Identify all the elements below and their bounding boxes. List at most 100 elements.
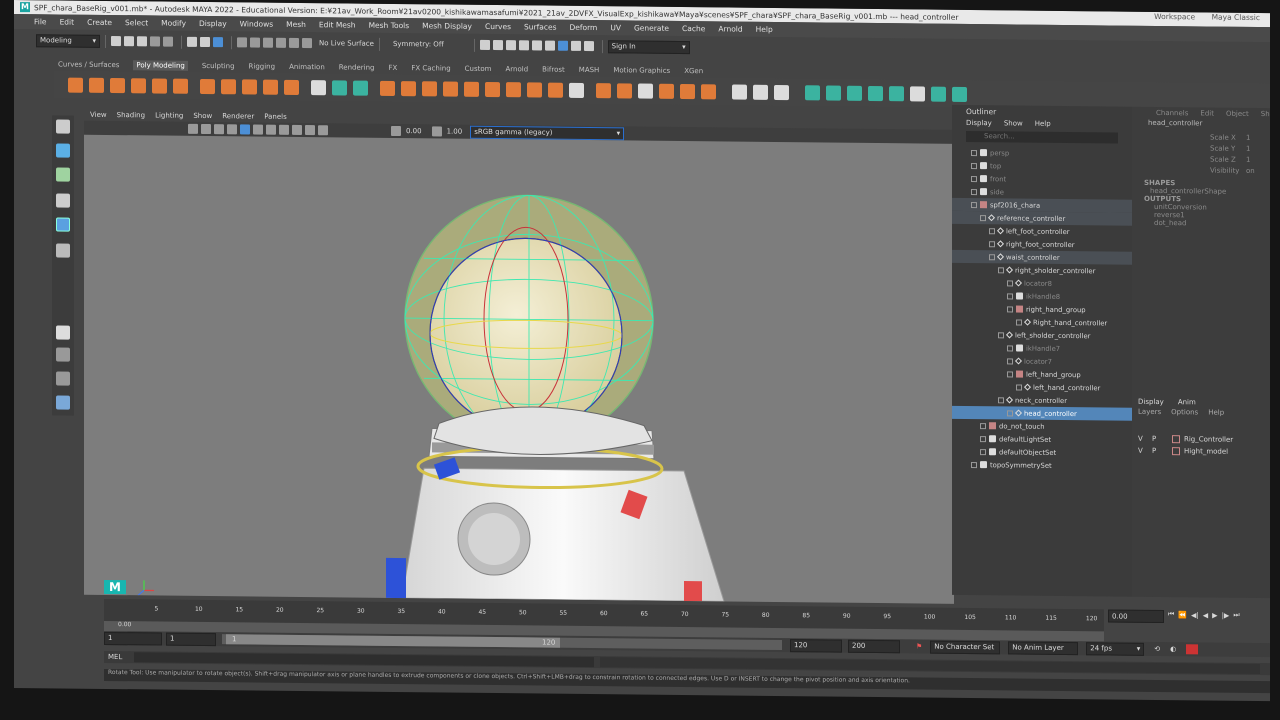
uv-editor-icon[interactable] [805, 84, 820, 100]
menu-surfaces[interactable]: Surfaces [524, 22, 556, 31]
shelf-tab-mash[interactable]: MASH [579, 65, 600, 73]
shelf-menu-icon[interactable] [54, 77, 62, 92]
expand-icon[interactable] [1007, 279, 1013, 286]
expand-icon[interactable] [998, 331, 1004, 338]
expand-icon[interactable] [1007, 292, 1013, 299]
paint-select-tool-icon[interactable] [56, 167, 70, 182]
shelf-tab-curves-surfaces[interactable]: Curves / Surfaces [58, 60, 119, 69]
channel-menu-edit[interactable]: Edit [1200, 109, 1214, 117]
lasso-tool-icon[interactable] [56, 143, 70, 158]
character-set-dropdown[interactable]: No Character Set [930, 640, 1001, 654]
shelf-tab-poly-modeling[interactable]: Poly Modeling [133, 59, 188, 71]
outliner-menu-display[interactable]: Display [966, 119, 992, 127]
menu-file[interactable]: File [34, 17, 47, 26]
append-polygon-icon[interactable] [659, 83, 674, 99]
workspace-select[interactable]: Maya Classic [1212, 13, 1260, 23]
shelf-tab-sculpting[interactable]: Sculpting [202, 61, 235, 69]
extract-icon[interactable] [353, 80, 368, 96]
render-settings-icon[interactable] [505, 40, 516, 51]
snap-curve-icon[interactable] [250, 37, 260, 48]
new-scene-icon[interactable] [111, 36, 121, 47]
layer-tab-anim[interactable]: Anim [1178, 398, 1196, 406]
poly-cylinder-icon[interactable] [110, 77, 125, 93]
image-plane-icon[interactable] [201, 123, 211, 135]
layer-menu-layers[interactable]: Layers [1138, 408, 1161, 416]
output-node[interactable]: dot_head [1154, 219, 1270, 228]
fps-dropdown[interactable]: 24 fps ▾ [1086, 641, 1145, 656]
menu-generate[interactable]: Generate [634, 23, 669, 32]
shelf-tab-fx[interactable]: FX [389, 63, 398, 71]
attribute-row[interactable]: Scale Z 1 [1210, 154, 1270, 166]
textured-icon[interactable] [266, 124, 276, 135]
step-forward-frame-icon[interactable]: |▶ [1222, 611, 1230, 619]
smooth-shade-icon[interactable] [253, 124, 263, 135]
warning-icon[interactable] [1186, 644, 1199, 655]
poly-torus-icon[interactable] [173, 78, 188, 94]
attribute-row[interactable]: Scale X 1 [1210, 132, 1270, 144]
undo-icon[interactable] [150, 36, 160, 47]
layout-uv-icon[interactable] [952, 86, 967, 102]
quad-draw-icon[interactable] [638, 83, 653, 99]
menu-set-dropdown[interactable]: Modeling ▾ [36, 33, 100, 48]
expand-icon[interactable] [971, 175, 977, 182]
four-view-layout-icon[interactable] [56, 347, 70, 362]
attribute-row[interactable]: Visibility on [1210, 165, 1270, 177]
auto-map-icon[interactable] [889, 85, 904, 101]
open-scene-icon[interactable] [124, 36, 134, 47]
animation-end-field[interactable]: 200 [848, 639, 900, 653]
outliner-search-input[interactable]: Search... [966, 130, 1118, 144]
shelf-tab-fx-caching[interactable]: FX Caching [411, 64, 450, 72]
merge-icon[interactable] [527, 81, 542, 98]
exposure-value[interactable]: 0.00 [406, 127, 422, 135]
play-forward-icon[interactable]: ▶ [1212, 611, 1217, 619]
layer-menu-help[interactable]: Help [1208, 409, 1224, 417]
hypershade-icon[interactable] [518, 40, 529, 51]
poly-plane-icon[interactable] [152, 77, 167, 94]
viewport-menu-view[interactable]: View [90, 111, 107, 119]
shadows-icon[interactable] [292, 124, 302, 136]
snap-point-icon[interactable] [263, 37, 273, 48]
shelf-tab-bifrost[interactable]: Bifrost [542, 65, 565, 73]
scale-tool-icon[interactable] [56, 243, 70, 258]
expand-icon[interactable] [980, 422, 986, 429]
move-tool-icon[interactable] [56, 193, 70, 208]
persp-outliner-layout-icon[interactable] [56, 371, 70, 386]
viewport-menu-lighting[interactable]: Lighting [155, 111, 183, 119]
shelf-tab-custom[interactable]: Custom [465, 64, 492, 72]
target-weld-icon[interactable] [596, 82, 611, 98]
boolean-difference-icon[interactable] [422, 80, 437, 96]
expand-icon[interactable] [971, 461, 977, 468]
save-scene-icon[interactable] [137, 36, 147, 47]
menu-select[interactable]: Select [125, 18, 148, 27]
mirror-icon[interactable] [443, 80, 458, 97]
menu-cache[interactable]: Cache [682, 24, 705, 33]
expand-icon[interactable] [1016, 318, 1022, 326]
expand-icon[interactable] [1007, 357, 1013, 364]
shelf-tab-animation[interactable]: Animation [289, 62, 325, 70]
current-frame-field[interactable]: 0.00 [1108, 609, 1164, 624]
render-setup-icon[interactable] [544, 40, 555, 51]
platonic-solid-icon[interactable] [221, 78, 236, 94]
expand-icon[interactable] [989, 240, 995, 247]
loop-icon[interactable]: ⟲ [1154, 645, 1160, 653]
step-back-key-icon[interactable]: ⏪ [1178, 611, 1187, 619]
expand-icon[interactable] [1007, 305, 1013, 312]
film-gate-icon[interactable] [227, 124, 237, 135]
select-hierarchy-icon[interactable] [187, 36, 197, 47]
edge-flow-icon[interactable] [680, 83, 695, 99]
gamma-icon[interactable] [431, 126, 442, 137]
cylindrical-map-icon[interactable] [847, 85, 862, 101]
menu-display[interactable]: Display [199, 19, 227, 28]
outliner-menu-help[interactable]: Help [1035, 120, 1051, 128]
menu-create[interactable]: Create [87, 18, 112, 27]
play-backward-icon[interactable]: ◀ [1203, 611, 1208, 619]
outliner-menu-show[interactable]: Show [1004, 119, 1023, 127]
symmetry-dropdown[interactable]: Symmetry: Off [393, 40, 444, 49]
mel-label[interactable]: MEL [104, 653, 134, 661]
expand-icon[interactable] [1016, 383, 1022, 391]
rotate-tool-icon[interactable] [56, 217, 70, 232]
expand-icon[interactable] [971, 201, 977, 208]
render-frame-icon[interactable] [479, 39, 490, 50]
perspective-viewport[interactable]: M [84, 134, 954, 604]
xray-icon[interactable] [305, 125, 315, 136]
